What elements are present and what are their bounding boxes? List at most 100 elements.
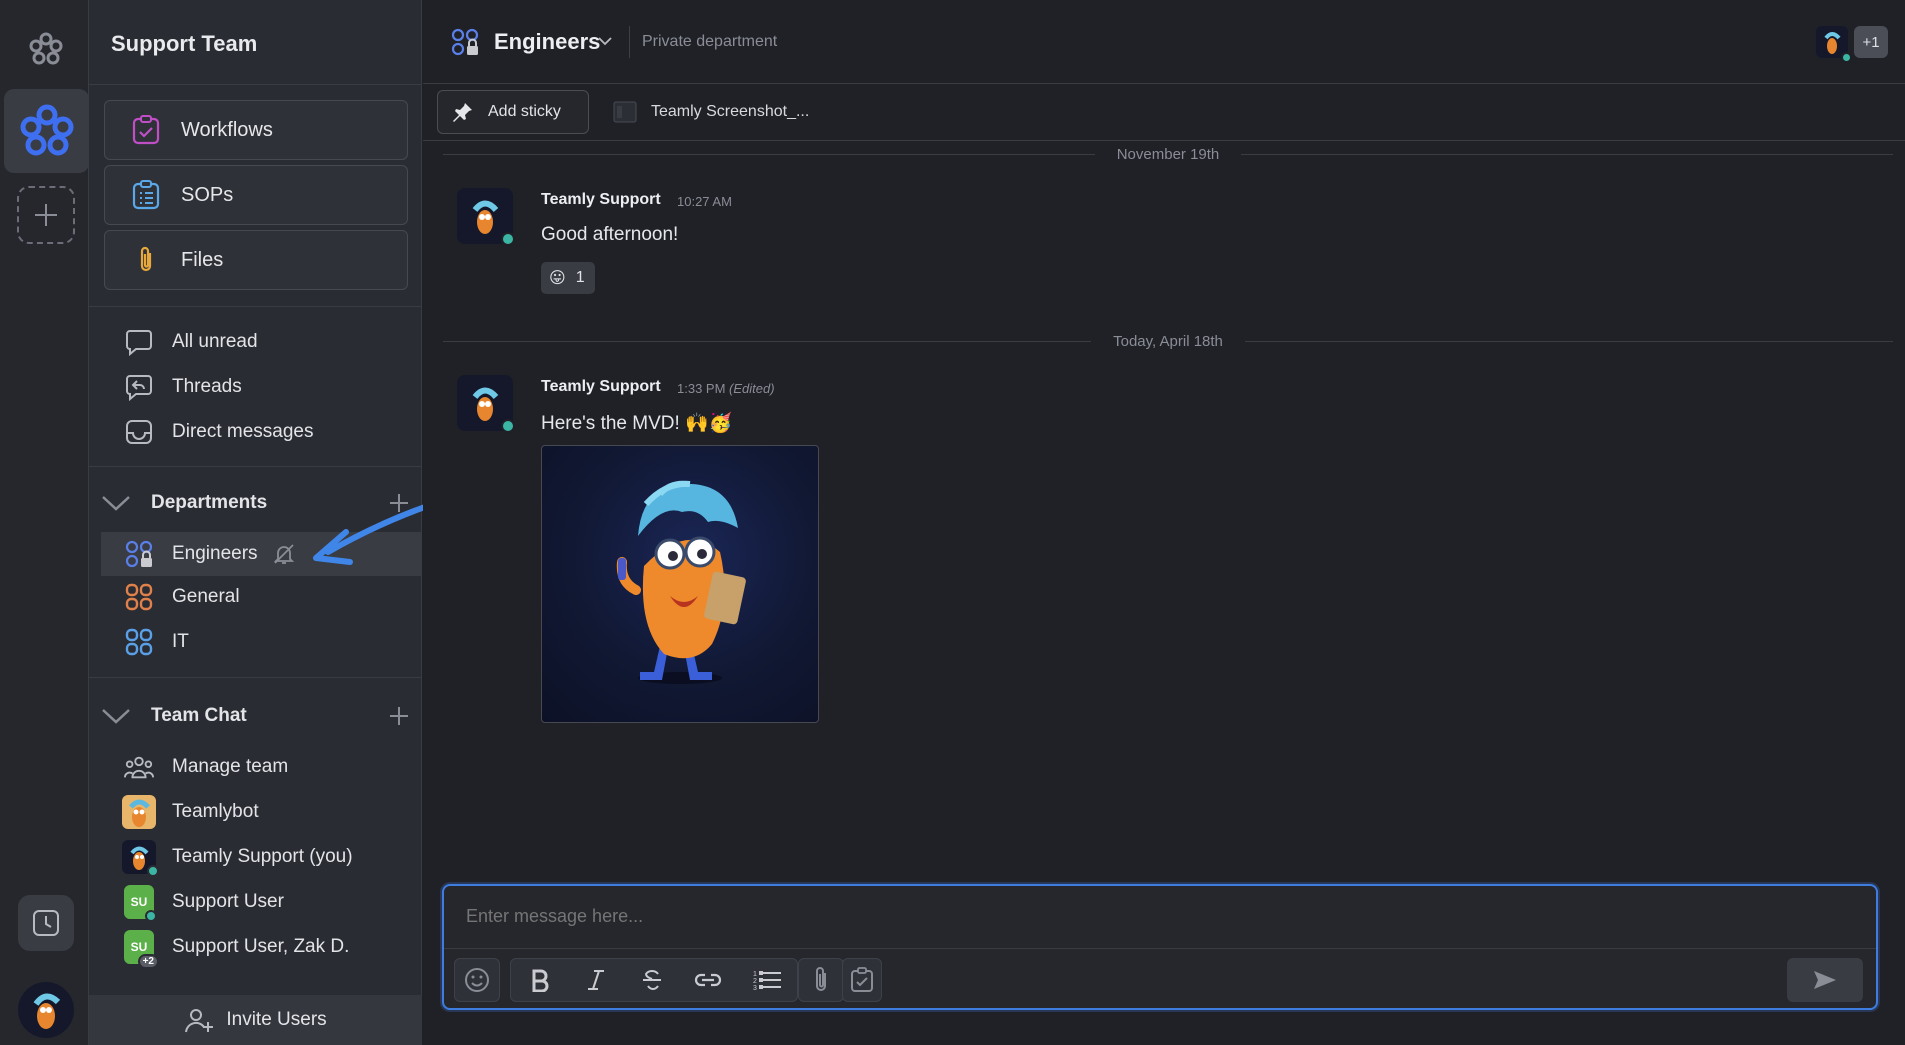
chat-label: Support User, Zak D. xyxy=(172,936,350,957)
online-status-icon xyxy=(1841,52,1852,63)
divider xyxy=(89,84,422,85)
message-author[interactable]: Teamly Support xyxy=(541,378,661,396)
department-label: Engineers xyxy=(172,543,258,564)
date-label: November 19th xyxy=(1116,145,1220,163)
message[interactable]: Teamly Support 1:33 PM (Edited) Here's t… xyxy=(457,375,957,735)
chat-manage-team[interactable]: Manage team xyxy=(89,747,422,787)
nav-label: Threads xyxy=(172,376,242,397)
team-title: Support Team xyxy=(111,31,258,56)
add-department-icon[interactable] xyxy=(387,491,411,515)
team-icon xyxy=(124,752,154,782)
channel-toolbar: Add sticky Teamly Screenshot_... xyxy=(423,85,1905,141)
chat-teamly-support[interactable]: Teamly Support (you) xyxy=(89,837,422,877)
strikethrough-icon[interactable] xyxy=(624,958,680,1002)
chat-label: Manage team xyxy=(172,756,289,777)
nav-all-unread[interactable]: All unread xyxy=(89,322,422,362)
message-composer: 123 xyxy=(442,884,1878,1010)
department-label: General xyxy=(172,586,240,607)
department-engineers[interactable]: Engineers xyxy=(101,532,421,576)
online-status-icon xyxy=(501,419,515,433)
more-members-badge[interactable]: +1 xyxy=(1854,26,1888,58)
chat-support-user[interactable]: SU Support User xyxy=(89,882,422,922)
add-user-icon xyxy=(184,1006,214,1034)
message-text: Good afternoon! xyxy=(541,224,679,245)
department-label: IT xyxy=(172,631,189,652)
files-button[interactable]: Files xyxy=(104,230,408,290)
user-initials-avatar: SU xyxy=(124,885,157,922)
team-chat-label: Team Chat xyxy=(151,705,247,726)
department-it[interactable]: IT xyxy=(89,622,422,662)
clock-icon[interactable] xyxy=(18,895,74,951)
italic-icon[interactable] xyxy=(568,958,624,1002)
teamly-logo-icon[interactable] xyxy=(17,20,75,78)
file-tab[interactable]: Teamly Screenshot_... xyxy=(613,101,809,123)
muted-bell-icon[interactable] xyxy=(272,542,296,566)
inbox-icon xyxy=(124,417,154,447)
channel-header: Engineers Private department +1 xyxy=(423,0,1905,84)
online-status-icon xyxy=(145,910,157,922)
chat-label: Support User xyxy=(172,891,284,912)
initials: SU xyxy=(130,940,148,954)
bullet-list-icon[interactable] xyxy=(742,958,798,1002)
send-button[interactable] xyxy=(1787,958,1863,1002)
sops-button[interactable]: SOPs xyxy=(104,165,408,225)
emoji-icon xyxy=(464,967,490,993)
mascot-avatar xyxy=(122,840,159,877)
channel-name[interactable]: Engineers xyxy=(494,29,600,55)
paperclip-icon xyxy=(811,966,831,994)
message[interactable]: Teamly Support 10:27 AM Good afternoon! … xyxy=(457,188,857,298)
file-tab-label: Teamly Screenshot_... xyxy=(651,103,810,120)
team-chat-section-header[interactable]: Team Chat xyxy=(101,698,411,734)
chat-teamlybot[interactable]: Teamlybot xyxy=(89,792,422,832)
files-label: Files xyxy=(181,248,224,271)
department-icon xyxy=(124,627,154,657)
nav-label: Direct messages xyxy=(172,421,314,442)
department-icon xyxy=(124,582,154,612)
message-author[interactable]: Teamly Support xyxy=(541,191,661,209)
paperclip-icon xyxy=(131,245,161,275)
nav-direct-messages[interactable]: Direct messages xyxy=(89,412,422,452)
chevron-down-icon[interactable] xyxy=(598,33,612,51)
channel-pane: Engineers Private department +1 Add stic… xyxy=(423,0,1905,1045)
message-image-mascot[interactable] xyxy=(541,445,819,723)
invite-users-label: Invite Users xyxy=(226,1009,327,1030)
department-locked-icon xyxy=(124,539,154,569)
bot-avatar xyxy=(122,795,156,829)
message-time: 10:27 AM xyxy=(677,194,732,209)
emoji-button[interactable] xyxy=(454,958,500,1002)
workspace-rail xyxy=(0,0,89,1045)
date-separator: Today, April 18th xyxy=(443,331,1894,351)
chevron-down-icon[interactable] xyxy=(101,488,131,518)
reaction-emoji: 😛 xyxy=(549,270,566,287)
clipboard-list-icon xyxy=(131,180,161,210)
workflows-button[interactable]: Workflows xyxy=(104,100,408,160)
chat-support-user-zak[interactable]: SU +2 Support User, Zak D. xyxy=(89,927,422,969)
reaction-chip[interactable]: 😛 1 xyxy=(541,262,595,294)
add-workspace-icon[interactable] xyxy=(17,186,75,244)
chevron-down-icon[interactable] xyxy=(101,701,131,731)
add-sticky-button[interactable]: Add sticky xyxy=(437,90,589,134)
divider xyxy=(89,677,422,678)
edited-label: (Edited) xyxy=(729,381,775,396)
file-thumbnail-icon xyxy=(613,101,637,123)
link-icon[interactable] xyxy=(680,958,736,1002)
pin-icon xyxy=(452,101,474,123)
task-button[interactable] xyxy=(842,958,882,1002)
add-chat-icon[interactable] xyxy=(387,704,411,728)
workspace-support-team-icon[interactable] xyxy=(4,89,89,173)
message-time-value: 1:33 PM xyxy=(677,381,726,396)
departments-section-header[interactable]: Departments xyxy=(101,485,411,521)
channel-description: Private department xyxy=(642,33,778,50)
attach-file-button[interactable] xyxy=(798,958,844,1002)
bold-icon[interactable] xyxy=(512,958,568,1002)
chat-bubble-icon xyxy=(124,327,154,357)
message-time: 1:33 PM (Edited) xyxy=(677,381,775,396)
workflows-label: Workflows xyxy=(181,118,273,141)
invite-users-button[interactable]: Invite Users xyxy=(89,995,422,1045)
date-separator: November 19th xyxy=(443,144,1893,164)
message-input[interactable] xyxy=(466,906,1846,927)
department-general[interactable]: General xyxy=(89,577,422,617)
nav-threads[interactable]: Threads xyxy=(89,367,422,407)
user-avatar[interactable] xyxy=(18,982,74,1038)
clipboard-check-icon xyxy=(850,967,874,993)
